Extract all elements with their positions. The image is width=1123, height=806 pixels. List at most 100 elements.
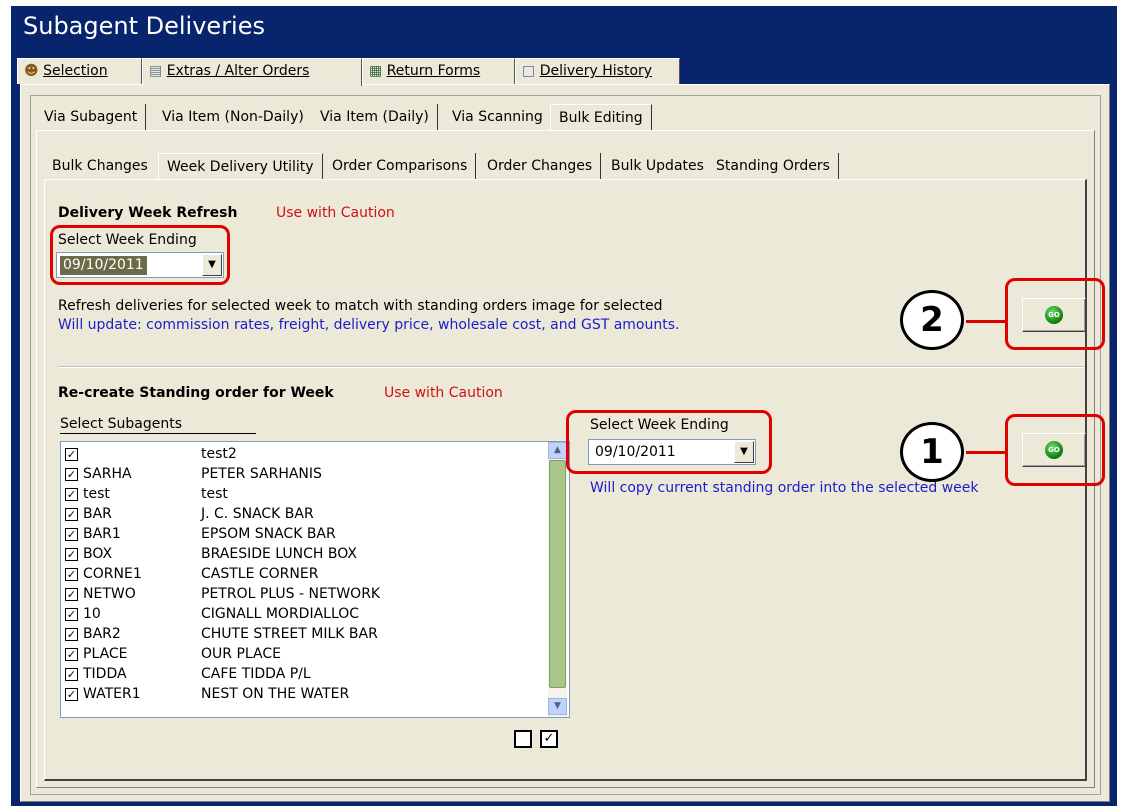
main-tab-bar: ☻ Selection ▤ Extras / Alter Orders ▦ Re…: [11, 58, 1117, 86]
tab-label: Via Scanning: [452, 109, 543, 125]
subagent-name: PETROL PLUS - NETWORK: [201, 586, 381, 602]
refresh-go-button[interactable]: GO: [1022, 298, 1086, 332]
tab-extras-alter-orders[interactable]: ▤ Extras / Alter Orders: [142, 58, 362, 86]
checkbox[interactable]: ✓: [65, 688, 78, 701]
checkbox[interactable]: ✓: [65, 448, 78, 461]
tab-via-scanning[interactable]: Via Scanning: [444, 104, 551, 130]
checkbox[interactable]: ✓: [65, 508, 78, 521]
checkbox[interactable]: ✓: [65, 488, 78, 501]
checkbox[interactable]: ✓: [65, 548, 78, 561]
subagent-code: PLACE: [83, 646, 128, 662]
recreate-heading: Re-create Standing order for Week: [58, 385, 334, 401]
checkbox[interactable]: ✓: [65, 608, 78, 621]
scroll-up-icon[interactable]: ▲: [548, 442, 567, 459]
tab-bulk-updates[interactable]: Bulk Updates: [603, 153, 713, 179]
uncheck-all-button[interactable]: [514, 730, 532, 748]
section-divider: [58, 366, 1084, 368]
recreate-week-value: 09/10/2011: [595, 444, 676, 460]
subagents-label: Select Subagents: [60, 416, 256, 434]
scroll-thumb[interactable]: [549, 460, 566, 688]
tab-via-item-non-daily[interactable]: Via Item (Non-Daily): [154, 104, 313, 130]
tab-label: Bulk Changes: [52, 158, 148, 174]
subagent-code: WATER1: [83, 686, 141, 702]
subagent-code: SARHA: [83, 466, 132, 482]
checkbox[interactable]: ✓: [65, 568, 78, 581]
subagent-code: TIDDA: [83, 666, 127, 682]
tab-selection[interactable]: ☻ Selection: [17, 58, 142, 84]
tab-label: Bulk Editing: [559, 110, 643, 126]
refresh-update-note: Will update: commission rates, freight, …: [58, 317, 680, 333]
tab-label: Bulk Updates: [611, 158, 704, 174]
subagent-code: BAR1: [83, 526, 121, 542]
tab-label: Week Delivery Utility: [167, 159, 314, 175]
tab-label: Extras / Alter Orders: [166, 63, 310, 79]
subagent-name: CIGNALL MORDIALLOC: [201, 606, 360, 622]
scroll-down-icon[interactable]: ▼: [548, 698, 567, 715]
refresh-description: Refresh deliveries for selected week to …: [58, 298, 663, 314]
checkbox[interactable]: ✓: [65, 468, 78, 481]
subagent-name: CASTLE CORNER: [201, 566, 319, 582]
subagent-name: EPSOM SNACK BAR: [201, 526, 336, 542]
subagent-name: test: [201, 486, 228, 502]
recreate-week-select[interactable]: 09/10/2011 ▼: [588, 439, 756, 465]
tab-bulk-editing[interactable]: Bulk Editing: [550, 104, 652, 130]
tab-bulk-changes[interactable]: Bulk Changes: [44, 153, 156, 179]
refresh-week-select[interactable]: 09/10/2011 ▼: [56, 252, 224, 278]
book-icon: ▤: [149, 63, 163, 79]
go-icon: GO: [1045, 306, 1063, 324]
check-all-button[interactable]: ✓: [540, 730, 558, 748]
go-icon: GO: [1045, 441, 1063, 459]
window-title-bar: Subagent Deliveries: [11, 6, 1117, 52]
tab-order-changes[interactable]: Order Changes: [479, 153, 602, 179]
tab-via-item-daily[interactable]: Via Item (Daily): [312, 104, 438, 130]
subagent-code: BAR: [83, 506, 112, 522]
subagent-name: PETER SARHANIS: [201, 466, 322, 482]
history-icon: □: [522, 63, 536, 79]
tab-return-forms[interactable]: ▦ Return Forms: [362, 58, 515, 84]
refresh-caution: Use with Caution: [276, 205, 395, 221]
tab-label: Via Subagent: [44, 109, 138, 125]
subagent-code: test: [83, 486, 110, 502]
subagent-code: BOX: [83, 546, 113, 562]
tab-label: Selection: [43, 63, 108, 79]
tab-via-subagent[interactable]: Via Subagent: [36, 104, 147, 130]
checkbox[interactable]: ✓: [65, 648, 78, 661]
callout-1: 1: [900, 422, 964, 482]
chevron-down-icon[interactable]: ▼: [202, 254, 222, 276]
subagent-name: NEST ON THE WATER: [201, 686, 350, 702]
checkbox[interactable]: ✓: [65, 588, 78, 601]
checkbox[interactable]: ✓: [65, 528, 78, 541]
tab-standing-orders[interactable]: Standing Orders: [708, 153, 839, 179]
recreate-description: Will copy current standing order into th…: [590, 480, 979, 496]
checkmark-icon: ✓: [543, 731, 555, 746]
recreate-go-button[interactable]: GO: [1022, 433, 1086, 467]
subagent-name: CAFE TIDDA P/L: [201, 666, 311, 682]
tab-order-comparisons[interactable]: Order Comparisons: [324, 153, 477, 179]
tab-label: Standing Orders: [716, 158, 830, 174]
subagent-name: J. C. SNACK BAR: [201, 506, 314, 522]
recreate-week-label: Select Week Ending: [590, 417, 729, 433]
tab-label: Order Changes: [487, 158, 593, 174]
chevron-down-icon[interactable]: ▼: [734, 441, 754, 463]
subagent-code: CORNE1: [83, 566, 142, 582]
tab-label: Via Item (Daily): [320, 109, 429, 125]
callout-connector: [966, 451, 1008, 454]
subagents-scrollbar[interactable]: ▲ ▼: [548, 442, 567, 717]
subagent-code: BAR2: [83, 626, 121, 642]
tab-week-delivery-utility[interactable]: Week Delivery Utility: [158, 153, 323, 179]
callout-2: 2: [900, 290, 964, 350]
tab-label: Delivery History: [539, 63, 653, 79]
recreate-caution: Use with Caution: [384, 385, 503, 401]
subagents-list[interactable]: ✓ test2 ✓ SARHA PETER SARHANIS ✓ test test ✓ BAR J…: [60, 441, 570, 718]
checkbox[interactable]: ✓: [65, 668, 78, 681]
checkbox[interactable]: ✓: [65, 628, 78, 641]
subagent-name: CHUTE STREET MILK BAR: [201, 626, 378, 642]
subagent-name: OUR PLACE: [201, 646, 281, 662]
tab-label: Return Forms: [386, 63, 481, 79]
tab-label: Order Comparisons: [332, 158, 468, 174]
tab-label: Via Item (Non-Daily): [162, 109, 304, 125]
callout-connector: [966, 320, 1008, 323]
tab-delivery-history[interactable]: □ Delivery History: [515, 58, 680, 84]
subagent-code: NETWO: [83, 586, 136, 602]
subagent-name: test2: [201, 446, 237, 462]
